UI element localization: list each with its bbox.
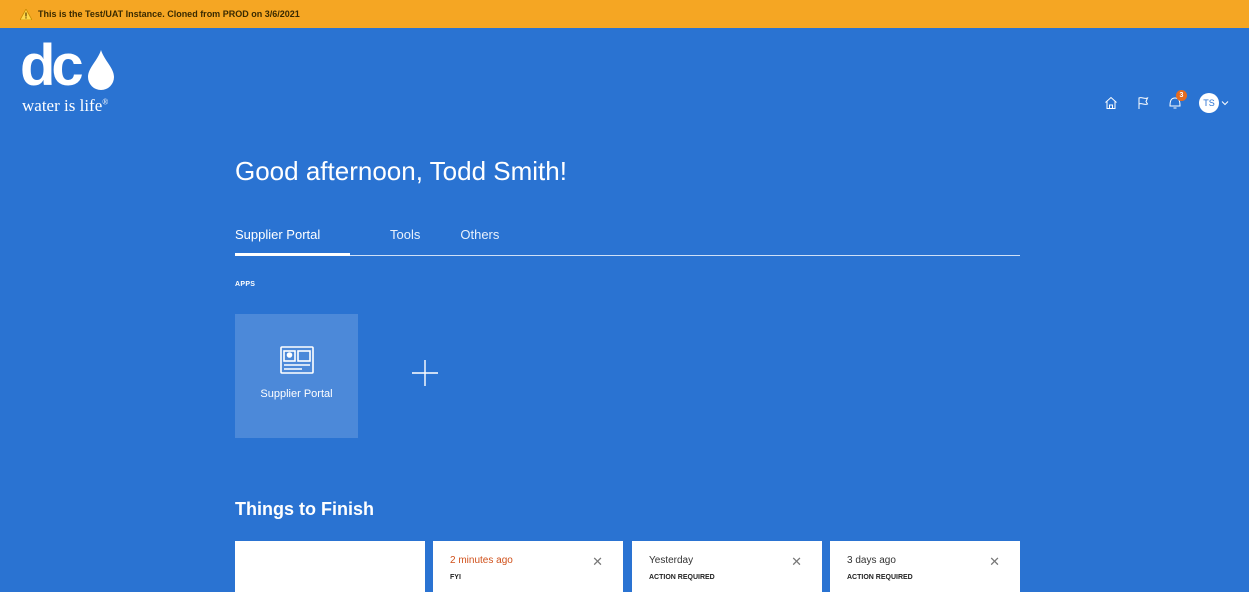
tab-bar: Supplier Portal Tools Others xyxy=(235,225,1020,256)
tab-supplier-portal[interactable]: Supplier Portal xyxy=(235,225,350,256)
close-icon[interactable]: ✕ xyxy=(592,555,603,568)
things-card-action-required[interactable]: Yesterday ACTION REQUIRED ✕ xyxy=(632,541,822,592)
card-kind: ACTION REQUIRED xyxy=(649,574,715,581)
close-icon[interactable]: ✕ xyxy=(989,555,1000,568)
logo-tagline: water is life® xyxy=(22,96,109,115)
things-to-finish-title: Things to Finish xyxy=(235,499,374,519)
user-avatar[interactable]: TS xyxy=(1199,93,1219,113)
tab-tools[interactable]: Tools xyxy=(390,225,420,256)
things-card-summary[interactable]: ... ... ... xyxy=(235,541,425,592)
card-time: Yesterday xyxy=(649,555,694,566)
card-time: 3 days ago xyxy=(847,555,896,566)
things-card-action-required[interactable]: 3 days ago ACTION REQUIRED ✕ xyxy=(830,541,1020,592)
card-kind: FYI xyxy=(450,574,461,581)
card-partial-text: ... ... ... xyxy=(290,587,321,592)
banner-text: This is the Test/UAT Instance. Cloned fr… xyxy=(38,9,300,19)
notification-count-badge: 3 xyxy=(1176,90,1187,101)
water-drop-icon xyxy=(88,50,114,90)
flag-icon[interactable] xyxy=(1127,92,1159,114)
global-header-icons: 3 TS xyxy=(1095,90,1229,114)
logo-text: dc xyxy=(20,33,84,98)
close-icon[interactable]: ✕ xyxy=(791,555,802,568)
app-tile-supplier-portal[interactable]: Supplier Portal xyxy=(235,314,358,438)
app-tile-label: Supplier Portal xyxy=(260,388,333,400)
test-instance-banner: This is the Test/UAT Instance. Cloned fr… xyxy=(0,0,1249,28)
chevron-down-icon[interactable] xyxy=(1221,98,1229,108)
home-icon[interactable] xyxy=(1095,92,1127,114)
supplier-portal-icon xyxy=(279,346,314,374)
tab-others[interactable]: Others xyxy=(460,225,499,256)
greeting-title: Good afternoon, Todd Smith! xyxy=(235,156,567,186)
apps-section-label: APPS xyxy=(235,281,256,288)
dc-water-logo[interactable]: dc water is life® xyxy=(20,33,130,122)
warning-icon xyxy=(20,8,32,20)
things-card-fyi[interactable]: 2 minutes ago FYI ✕ xyxy=(433,541,623,592)
card-kind: ACTION REQUIRED xyxy=(847,574,913,581)
card-time: 2 minutes ago xyxy=(450,555,513,566)
notifications-icon[interactable]: 3 xyxy=(1159,90,1191,114)
plus-icon[interactable] xyxy=(412,360,438,386)
